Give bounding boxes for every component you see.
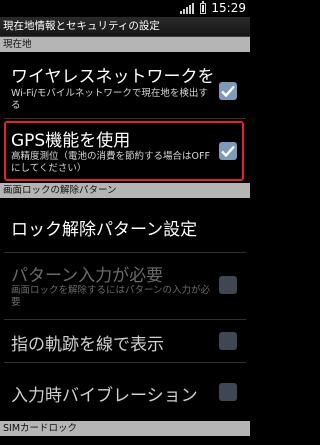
status-bar: 15:29 — [0, 0, 250, 17]
battery-icon — [200, 1, 206, 14]
tactile-feedback-checkbox[interactable] — [219, 383, 237, 401]
section-header-sim-lock: SIMカードロック — [0, 421, 250, 436]
require-pattern-checkbox[interactable] — [219, 276, 237, 294]
status-time: 15:29 — [211, 1, 246, 15]
visible-pattern-checkbox[interactable] — [219, 332, 237, 350]
divider — [4, 118, 246, 119]
setting-summary: Wi-Fi/モバイルネットワークで現在地を検出する — [11, 88, 208, 111]
setting-row-visible-pattern[interactable]: 指の軌跡を線で表示 — [0, 320, 250, 362]
setting-title: パターン入力が必要 — [11, 266, 164, 286]
signal-icon — [180, 3, 194, 14]
wireless-location-checkbox[interactable] — [219, 82, 237, 100]
setting-title: ロック解除パターン設定 — [11, 220, 198, 240]
setting-title: 指の軌跡を線で表示 — [11, 335, 164, 355]
status-icons — [180, 1, 206, 14]
section-header-location: 現在地 — [0, 37, 250, 52]
setting-row-wireless-location[interactable]: ワイヤレスネットワークを Wi-Fi/モバイルネットワークで現在地を検出する — [0, 52, 250, 118]
section-header-unlock-pattern: 画面ロックの解除パターン — [0, 183, 250, 198]
setting-title: 入力時バイブレーション — [11, 386, 198, 406]
page-title: 現在地情報とセキュリティの設定 — [0, 17, 250, 37]
setting-row-set-pattern[interactable]: ロック解除パターン設定 — [0, 198, 250, 252]
checkmark-icon — [221, 85, 235, 97]
setting-summary: 画面ロックを解除するにはパターンの入力が必要 — [11, 285, 211, 308]
setting-title: ワイヤレスネットワークを — [11, 67, 215, 87]
highlight-box — [4, 121, 244, 181]
setting-row-tactile-feedback[interactable]: 入力時バイブレーション — [0, 363, 250, 413]
setting-row-require-pattern[interactable]: パターン入力が必要 画面ロックを解除するにはパターンの入力が必要 — [0, 253, 250, 319]
